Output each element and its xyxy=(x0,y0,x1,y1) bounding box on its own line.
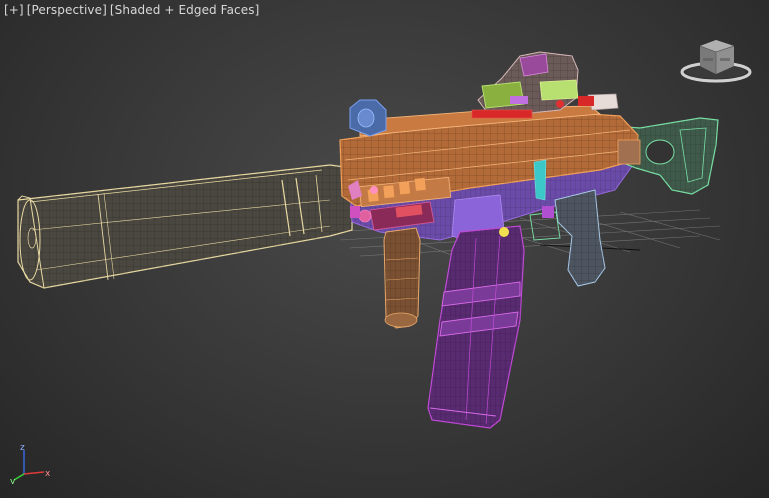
silencer-mesh xyxy=(17,164,361,289)
axis-y-label: y xyxy=(10,477,16,484)
charging-handle-mesh xyxy=(349,99,387,137)
vertical-foregrip-mesh xyxy=(383,227,421,329)
scene-3d-model[interactable] xyxy=(0,0,769,498)
viewport-label: [+] [Perspective] [Shaded + Edged Faces] xyxy=(4,3,259,17)
magazine-mesh xyxy=(427,225,525,429)
axis-z-label: z xyxy=(20,443,25,453)
view-mode-button[interactable]: [Perspective] xyxy=(27,3,107,17)
viewport-menu-button[interactable]: [+] xyxy=(4,3,24,17)
axis-tripod-icon: z x y xyxy=(10,443,51,484)
viewcube-icon[interactable] xyxy=(678,36,754,86)
shading-mode-button[interactable]: [Shaded + Edged Faces] xyxy=(110,3,259,17)
axis-x-label: x xyxy=(45,469,51,479)
perspective-viewport[interactable]: [+][Perspective][Shaded + Edged Faces] xyxy=(0,0,769,498)
